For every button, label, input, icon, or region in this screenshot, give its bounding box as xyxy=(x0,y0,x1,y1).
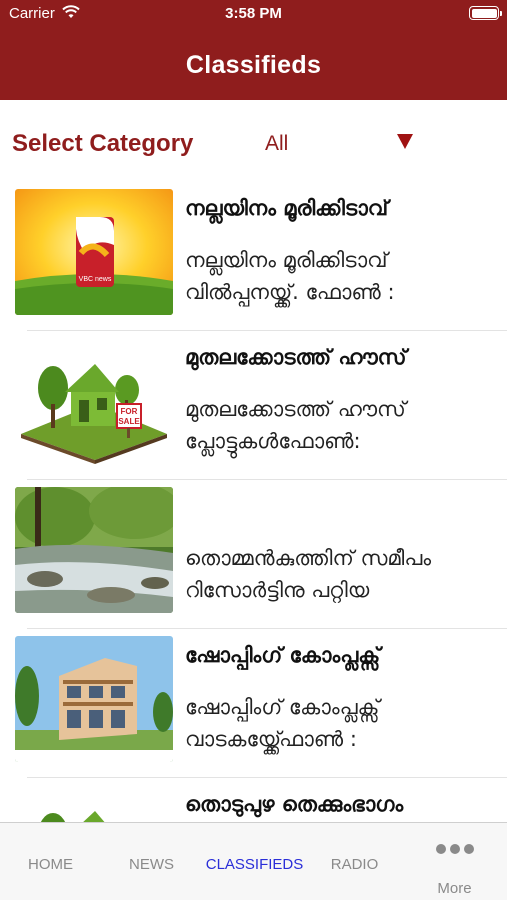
item-description: ഷോപ്പിംഗ് കോംപ്ലക്സ് വാടകയ്ക്ക്ഫോൺ : xyxy=(185,691,500,755)
tab-label: CLASSIFIEDS xyxy=(205,856,304,873)
item-title: തൊടുപുഴ തെക്കുംഭാഗം xyxy=(185,792,404,816)
house-for-sale-image xyxy=(15,785,173,822)
tab-label: RADIO xyxy=(330,856,379,873)
item-description-line: ഷോപ്പിംഗ് കോംപ്ലക്സ് xyxy=(185,695,380,719)
dropdown-arrow-icon[interactable] xyxy=(397,134,413,149)
list-item[interactable]: FOR SALE മുതലക്കോടത്ത് ഹൗസ് മുതലക്കോടത്ത… xyxy=(0,331,507,480)
item-title: നല്ലയിനം മൂരിക്കിടാവ് xyxy=(185,196,389,220)
item-title: ഷോപ്പിംഗ് കോംപ്ലക്സ് xyxy=(185,643,381,667)
tab-home[interactable]: HOME xyxy=(0,823,101,900)
status-bar: Carrier 3:58 PM xyxy=(0,0,507,30)
item-description-line: പ്ലോട്ടുകൾഫോൺ: xyxy=(185,429,361,453)
tab-classifieds[interactable]: CLASSIFIEDS xyxy=(202,823,307,900)
tab-news[interactable]: NEWS xyxy=(101,823,202,900)
item-description-line: റിസോർട്ടിനു പറ്റിയ xyxy=(185,578,370,602)
classifieds-list[interactable]: VBC news നല്ലയിനം മൂരിക്കിടാവ് നല്ലയിനം … xyxy=(0,182,507,822)
item-description-line: മുതലക്കോടത്ത് ഹൗസ് xyxy=(185,397,406,421)
shopping-complex-image xyxy=(15,636,173,762)
svg-text:SALE: SALE xyxy=(118,417,140,426)
category-label: Select Category xyxy=(12,130,194,157)
battery-icon xyxy=(469,6,502,20)
item-description-line: തൊമ്മൻകുത്തിന് സമീപം xyxy=(185,546,432,570)
river-forest-image xyxy=(15,487,173,613)
item-description-line: വാടകയ്ക്ക്ഫോൺ : xyxy=(185,727,357,751)
tab-label: HOME xyxy=(28,856,73,873)
navigation-bar: Classifieds xyxy=(0,30,507,100)
house-for-sale-image: FOR SALE xyxy=(15,338,173,464)
list-item[interactable]: തൊടുപുഴ തെക്കുംഭാഗം xyxy=(0,778,507,822)
svg-text:VBC news: VBC news xyxy=(79,276,112,283)
tab-label: NEWS xyxy=(129,856,174,873)
more-icon xyxy=(402,841,507,855)
item-description: തൊമ്മൻകുത്തിന് സമീപം റിസോർട്ടിനു പറ്റിയ xyxy=(185,542,500,606)
tab-radio[interactable]: RADIO xyxy=(307,823,402,900)
tab-bar: HOME NEWS CLASSIFIEDS RADIO More xyxy=(0,822,507,900)
vbc-news-logo-image: VBC news xyxy=(15,189,173,315)
item-description-line: നല്ലയിനം മൂരിക്കിടാവ് xyxy=(185,248,388,272)
item-description: മുതലക്കോടത്ത് ഹൗസ് പ്ലോട്ടുകൾഫോൺ: xyxy=(185,393,500,457)
clock: 3:58 PM xyxy=(225,5,282,22)
tab-label: More xyxy=(437,880,472,897)
page-title: Classifieds xyxy=(185,51,322,79)
item-description-line: വിൽപ്പനയ്ക്ക്. ഫോൺ : xyxy=(185,280,395,304)
item-description: നല്ലയിനം മൂരിക്കിടാവ് വിൽപ്പനയ്ക്ക്. ഫോൺ… xyxy=(185,244,500,308)
list-item[interactable]: ഷോപ്പിംഗ് കോംപ്ലക്സ് ഷോപ്പിംഗ് കോംപ്ലക്സ… xyxy=(0,629,507,778)
svg-text:FOR: FOR xyxy=(121,407,138,416)
category-selector[interactable]: Select Category All xyxy=(0,100,507,182)
item-title: മുതലക്കോടത്ത് ഹൗസ് xyxy=(185,345,407,369)
list-item[interactable]: VBC news നല്ലയിനം മൂരിക്കിടാവ് നല്ലയിനം … xyxy=(0,182,507,331)
list-item[interactable]: തൊമ്മൻകുത്തിന് സമീപം റിസോർട്ടിനു പറ്റിയ xyxy=(0,480,507,629)
tab-more[interactable]: More xyxy=(402,823,507,900)
category-dropdown-value[interactable]: All xyxy=(265,132,288,156)
